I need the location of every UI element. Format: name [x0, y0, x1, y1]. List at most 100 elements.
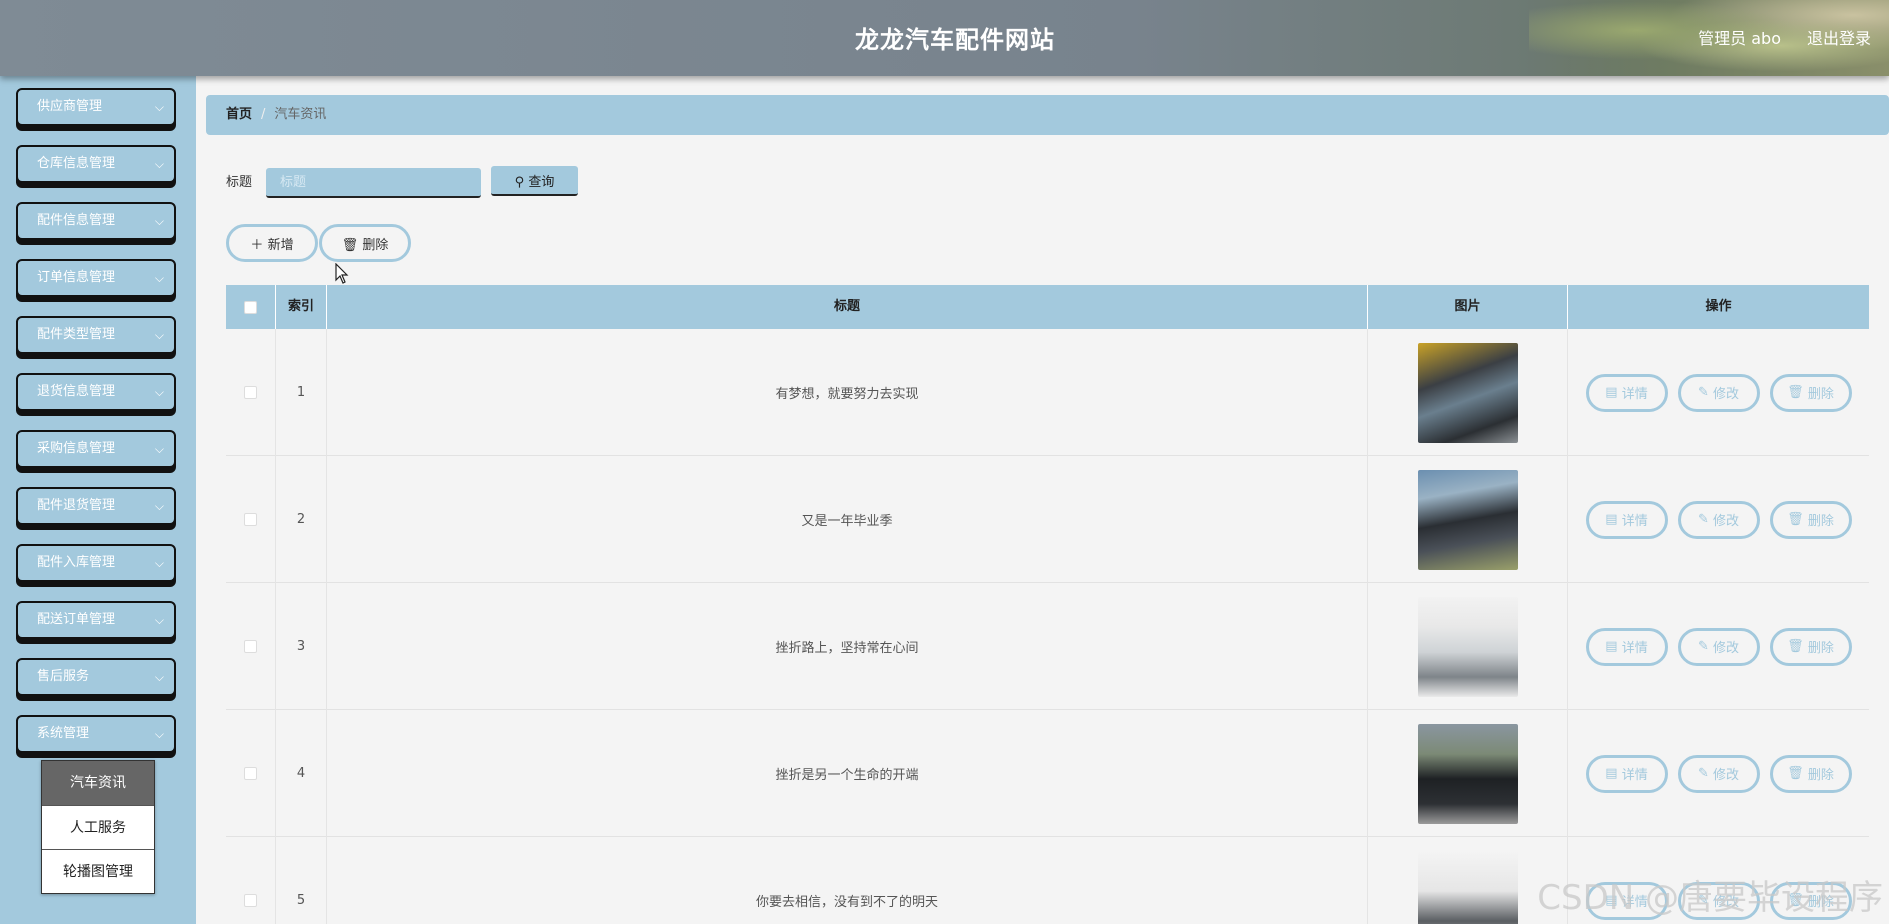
sidebar-item-system[interactable]: 系统管理 ⌵: [16, 715, 176, 753]
batch-delete-button[interactable]: 🗑 删除: [319, 224, 411, 262]
chevron-down-icon: ⌵: [154, 613, 164, 627]
top-header: 龙龙汽车配件网站 管理员 abo 退出登录: [0, 0, 1889, 76]
detail-label: 详情: [1621, 387, 1648, 402]
system-submenu: 汽车资讯 人工服务 轮播图管理: [41, 760, 155, 894]
sidebar-item-supplier[interactable]: 供应商管理 ⌵: [16, 88, 176, 126]
delete-button[interactable]: 🗑 删除: [1769, 627, 1852, 666]
sidebar-item-purchase[interactable]: 采购信息管理 ⌵: [16, 430, 176, 468]
detail-button[interactable]: ▤ 详情: [1585, 373, 1668, 412]
row-index: 4: [276, 710, 327, 837]
sidebar-item-label: 仓库信息管理: [37, 156, 116, 171]
breadcrumb-home[interactable]: 首页: [226, 107, 252, 122]
car-thumbnail[interactable]: [1417, 469, 1518, 570]
sidebar-item-label: 售后服务: [37, 669, 90, 684]
select-all-checkbox[interactable]: [244, 300, 257, 314]
search-button[interactable]: ⚲ 查询: [491, 166, 578, 196]
row-checkbox[interactable]: [244, 894, 257, 907]
row-image-cell: [1368, 710, 1568, 837]
delete-label: 删除: [1807, 514, 1834, 529]
sidebar-item-returns[interactable]: 退货信息管理 ⌵: [16, 373, 176, 411]
trash-icon: 🗑: [1787, 639, 1804, 654]
row-actions: ▤ 详情 ✎ 修改 🗑 删除: [1568, 710, 1869, 837]
car-thumbnail[interactable]: [1417, 850, 1518, 924]
detail-button[interactable]: ▤ 详情: [1585, 500, 1668, 539]
trash-icon: 🗑: [1787, 385, 1804, 400]
csdn-watermark: CSDN @唐要毕设程序: [1537, 878, 1883, 918]
select-all-cell: [226, 285, 276, 329]
delete-button[interactable]: 🗑 删除: [1769, 754, 1852, 793]
detail-button[interactable]: ▤ 详情: [1585, 754, 1668, 793]
delete-button[interactable]: 🗑 删除: [1769, 373, 1852, 412]
car-thumbnail[interactable]: [1417, 723, 1518, 824]
delete-label: 删除: [1807, 641, 1834, 656]
sidebar-item-parts[interactable]: 配件信息管理 ⌵: [16, 202, 176, 240]
sidebar-item-label: 退货信息管理: [37, 384, 116, 399]
row-index: 2: [276, 456, 327, 583]
site-title: 龙龙汽车配件网站: [855, 26, 1055, 54]
sidebar-item-orders[interactable]: 订单信息管理 ⌵: [16, 259, 176, 297]
row-actions: ▤ 详情 ✎ 修改 🗑 删除: [1568, 456, 1869, 583]
trash-icon: 🗑: [1787, 766, 1804, 781]
mouse-cursor-icon: [335, 263, 349, 284]
car-thumbnail[interactable]: [1417, 342, 1518, 443]
admin-user-label: 管理员 abo: [1698, 29, 1781, 48]
edit-button[interactable]: ✎ 修改: [1677, 500, 1760, 539]
document-icon: ▤: [1605, 385, 1618, 400]
search-button-label: 查询: [528, 174, 555, 190]
row-image-cell: [1368, 456, 1568, 583]
row-image-cell: [1368, 583, 1568, 710]
pencil-icon: ✎: [1697, 639, 1709, 654]
sidebar-item-warehouse[interactable]: 仓库信息管理 ⌵: [16, 145, 176, 183]
submenu-item-manual-service[interactable]: 人工服务: [42, 805, 154, 849]
header-index: 索引: [276, 285, 327, 329]
edit-label: 修改: [1713, 514, 1740, 529]
document-icon: ▤: [1605, 766, 1618, 781]
trash-icon: 🗑: [341, 237, 359, 253]
chevron-down-icon: ⌵: [154, 556, 164, 570]
title-search-input[interactable]: [266, 168, 481, 198]
row-index: 1: [276, 329, 327, 456]
row-title: 又是一年毕业季: [327, 456, 1368, 583]
chevron-down-icon: ⌵: [154, 499, 164, 513]
submenu-item-carousel[interactable]: 轮播图管理: [42, 849, 154, 893]
breadcrumb: 首页 / 汽车资讯: [206, 95, 1889, 135]
header-image: 图片: [1368, 285, 1568, 329]
sidebar-item-after-sales[interactable]: 售后服务 ⌵: [16, 658, 176, 696]
edit-button[interactable]: ✎ 修改: [1677, 373, 1760, 412]
breadcrumb-current: 汽车资讯: [274, 107, 327, 122]
row-checkbox[interactable]: [244, 640, 257, 653]
row-actions: ▤ 详情 ✎ 修改 🗑 删除: [1568, 329, 1869, 456]
logout-link[interactable]: 退出登录: [1807, 25, 1871, 49]
sidebar-item-part-returns[interactable]: 配件退货管理 ⌵: [16, 487, 176, 525]
sidebar-item-label: 配件类型管理: [37, 327, 116, 342]
edit-label: 修改: [1713, 387, 1740, 402]
sidebar-item-part-types[interactable]: 配件类型管理 ⌵: [16, 316, 176, 354]
row-select-cell: [226, 710, 276, 837]
delete-button-label: 删除: [362, 237, 389, 253]
pencil-icon: ✎: [1697, 385, 1709, 400]
edit-button[interactable]: ✎ 修改: [1677, 754, 1760, 793]
chevron-down-icon: ⌵: [154, 100, 164, 114]
add-button[interactable]: ＋ 新增: [226, 224, 318, 262]
add-button-label: 新增: [267, 237, 294, 253]
edit-button[interactable]: ✎ 修改: [1677, 627, 1760, 666]
row-checkbox[interactable]: [244, 767, 257, 780]
detail-button[interactable]: ▤ 详情: [1585, 627, 1668, 666]
table-row: 4 挫折是另一个生命的开端 ▤ 详情 ✎ 修改 🗑 删除: [226, 710, 1869, 837]
car-thumbnail[interactable]: [1417, 596, 1518, 697]
sidebar-item-label: 供应商管理: [37, 99, 103, 114]
row-actions: ▤ 详情 ✎ 修改 🗑 删除: [1568, 583, 1869, 710]
submenu-item-car-news[interactable]: 汽车资讯: [42, 761, 154, 805]
sidebar-item-stock-in[interactable]: 配件入库管理 ⌵: [16, 544, 176, 582]
sidebar-item-delivery[interactable]: 配送订单管理 ⌵: [16, 601, 176, 639]
sidebar-item-label: 系统管理: [37, 726, 90, 741]
row-checkbox[interactable]: [244, 513, 257, 526]
row-title: 有梦想，就要努力去实现: [327, 329, 1368, 456]
chevron-down-icon: ⌵: [154, 214, 164, 228]
plus-icon: ＋: [250, 237, 264, 253]
row-select-cell: [226, 456, 276, 583]
row-checkbox[interactable]: [244, 386, 257, 399]
row-select-cell: [226, 583, 276, 710]
delete-button[interactable]: 🗑 删除: [1769, 500, 1852, 539]
chevron-down-icon: ⌵: [154, 271, 164, 285]
